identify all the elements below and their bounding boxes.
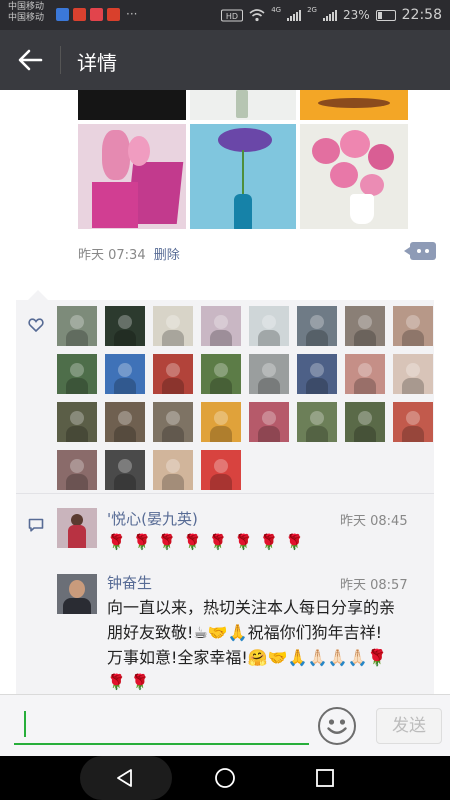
comment-author[interactable]: '悦心(晏九英) [107,508,198,529]
like-avatar[interactable] [153,306,193,346]
carrier-labels: 中国移动 中国移动 [8,2,44,24]
like-avatar[interactable] [57,306,97,346]
comment-text-line: 向一直以来，热切关注本人每日分享的亲 [107,598,396,617]
network-type-2: 2G [307,6,317,14]
back-arrow-icon[interactable] [16,48,44,72]
comment-input-bar: 发送 [0,694,450,757]
title-divider [60,46,61,74]
comment-input-field[interactable] [14,743,309,745]
like-avatar[interactable] [345,402,385,442]
nav-recent-icon[interactable] [315,768,335,788]
like-avatar[interactable] [105,450,145,490]
post-timestamp-row: 昨天 07:34 删除 [78,244,180,263]
battery-percent: 23% [342,8,370,22]
like-avatar[interactable] [345,306,385,346]
like-avatar[interactable] [57,354,97,394]
wifi-icon [249,9,265,22]
like-avatar[interactable] [201,402,241,442]
moment-detail[interactable]: 昨天 07:34 删除 '悦心(晏九英) 昨天 08:45 🌹 🌹 🌹 🌹 🌹 … [0,90,450,694]
like-avatar[interactable] [105,306,145,346]
nav-home-icon[interactable] [214,767,236,789]
like-avatar[interactable] [297,402,337,442]
emoji-smile-icon[interactable] [318,707,356,745]
like-avatar[interactable] [201,450,241,490]
like-avatar[interactable] [249,354,289,394]
send-button[interactable]: 发送 [376,708,442,744]
status-right: HD 4G 2G 23% 22:58 [221,6,442,23]
comment-text-line: 朋好友致敬!☕🤝🙏祝福你们狗年吉祥! [107,623,383,642]
page-title: 详情 [77,51,117,75]
comment-dots-icon[interactable] [404,242,436,260]
like-avatar[interactable] [153,354,193,394]
post-photo-pink-flowers[interactable] [78,124,186,229]
post-photo-dark[interactable] [78,90,186,120]
heart-outline-icon [28,318,44,332]
nav-back-icon[interactable] [115,768,135,788]
comment-text-line: 万事如意!全家幸福!🤗🤝🙏🙏🏻🙏🏻🙏🏻🌹 [107,648,388,667]
post-photo-peony[interactable] [300,124,408,229]
like-avatar[interactable] [297,354,337,394]
notification-icons: ··· [56,8,137,21]
like-avatar[interactable] [249,306,289,346]
like-avatar[interactable] [105,402,145,442]
delete-link[interactable]: 删除 [154,248,180,263]
like-avatar[interactable] [249,402,289,442]
like-avatar[interactable] [393,402,433,442]
like-avatar[interactable] [201,306,241,346]
like-avatar[interactable] [297,306,337,346]
like-avatar[interactable] [153,450,193,490]
battery-icon [375,9,396,21]
carrier-2: 中国移动 [8,13,45,23]
like-avatar[interactable] [393,306,433,346]
avatar[interactable] [57,508,97,548]
app-notification-icon [90,8,103,21]
like-avatar[interactable] [153,402,193,442]
post-photo-vase[interactable] [190,90,296,120]
clock: 22:58 [401,7,442,23]
wifi-hd-icon: HD [221,9,244,22]
text-cursor [24,711,26,737]
comment-text-line: 🌹 🌹 [107,673,150,691]
post-photo-table[interactable] [300,90,408,120]
carrier-1: 中国移动 [8,2,45,12]
more-notifications-icon: ··· [126,7,138,21]
avatar[interactable] [57,574,97,614]
comment-bubble-icon [28,518,44,532]
network-type-1: 4G [271,6,282,14]
signal-icon [287,9,302,21]
signal-icon [322,9,337,21]
like-avatar[interactable] [105,354,145,394]
app-notification-icon [73,8,86,21]
status-bar: 中国移动 中国移动 ··· HD 4G 2G 23% 22:58 [0,0,450,30]
system-nav-bar [0,756,450,800]
comment-time: 昨天 08:57 [340,578,408,593]
like-avatar[interactable] [57,450,97,490]
comment-time: 昨天 08:45 [340,514,408,529]
post-photo-blue-vase[interactable] [190,124,296,229]
title-bar: 详情 [0,30,450,90]
panel-divider [16,493,434,494]
comment-author[interactable]: 钟奋生 [107,572,152,593]
app-notification-icon [56,8,69,21]
svg-text:HD: HD [226,12,238,21]
likes-caret [28,290,48,300]
like-avatar[interactable] [393,354,433,394]
like-avatar[interactable] [345,354,385,394]
app-notification-icon [107,8,120,21]
post-time: 昨天 07:34 [78,248,146,263]
like-avatar[interactable] [201,354,241,394]
like-avatar[interactable] [57,402,97,442]
comment-text: 🌹 🌹 🌹 🌹 🌹 🌹 🌹 🌹 [107,533,305,551]
